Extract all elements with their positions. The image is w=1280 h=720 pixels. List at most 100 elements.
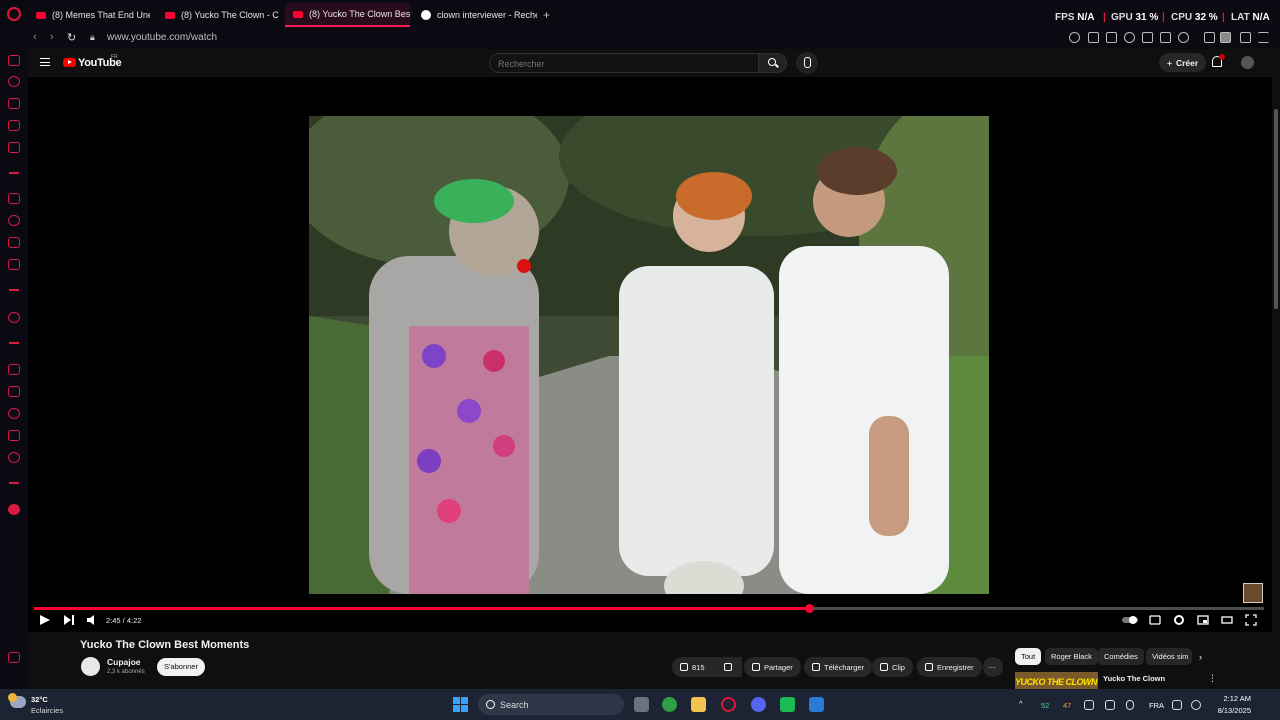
play-page-icon[interactable] [1160,32,1171,43]
download-icon[interactable] [1240,32,1251,43]
youtube-logo-icon[interactable] [63,58,76,67]
heart-icon[interactable] [1178,32,1189,43]
discord-taskbar-icon[interactable] [751,697,766,712]
sidebar-pin-icon[interactable] [8,386,20,397]
sidebar-discord-icon[interactable] [8,259,20,270]
progress-played [34,607,809,610]
tab-clown-interviewer[interactable]: clown interviewer - Reche [413,3,537,27]
tab-memes[interactable]: (8) Memes That End Une [28,3,150,27]
sidebar-instagram-icon[interactable] [8,237,20,248]
opera-logo-icon[interactable] [7,7,21,21]
theater-mode-icon[interactable] [1221,614,1233,626]
account-avatar[interactable] [1241,56,1254,69]
search-button[interactable] [759,53,787,73]
chip-roger-black[interactable]: Roger Black [1045,648,1098,665]
sidebar-settings-icon[interactable] [8,452,20,463]
video-player[interactable]: 2:45 / 4:22 [28,77,1272,632]
sidebar-music-icon[interactable] [8,142,20,153]
sidebar-shop-icon[interactable] [8,98,20,109]
recommended-more-icon[interactable]: ⋮ [1208,673,1217,684]
url-field[interactable]: www.youtube.com/watch [107,32,217,43]
translate-icon[interactable] [1142,32,1153,43]
recommended-thumbnail[interactable]: YUCKO THE CLOWN [1015,672,1098,689]
fullscreen-icon[interactable] [1245,614,1257,626]
sidebar-news-icon[interactable] [8,120,20,131]
sidebar-add-icon[interactable] [8,312,20,323]
taskbar-search-box[interactable]: Search [478,694,624,715]
photos-taskbar-icon[interactable] [809,697,824,712]
clip-button[interactable]: Clip [872,657,913,677]
scrubber-handle[interactable] [804,604,814,613]
tray-network-icon[interactable] [1105,700,1115,710]
clock-time[interactable]: 2:12 AM [1221,694,1251,703]
video-frame[interactable] [309,116,989,594]
new-tab-plus-icon[interactable]: + [543,8,550,22]
bookmark-icon[interactable] [1088,32,1099,43]
voice-search-mic-icon[interactable] [796,52,818,74]
scrollbar-thumb[interactable] [1274,109,1278,309]
page-scrollbar[interactable] [1272,49,1280,689]
channel-watermark[interactable] [1243,583,1263,603]
save-button[interactable]: Enregistrer [917,657,982,677]
profile-icon[interactable] [1220,32,1231,43]
menu-icon[interactable] [1258,32,1269,43]
recommended-title[interactable]: Yucko The Clown [1103,674,1165,683]
stats-separator: | [1162,12,1165,23]
play-icon[interactable] [39,614,51,626]
sidebar-heart-icon[interactable] [8,364,20,375]
back-arrow-icon[interactable]: ‹ [33,31,37,43]
sidebar-gx-icon[interactable] [8,652,20,663]
progress-bar[interactable] [34,604,1264,613]
snapshot-icon[interactable] [1106,32,1117,43]
file-explorer-icon[interactable] [691,697,706,712]
hamburger-menu-icon[interactable] [40,58,50,66]
tray-mic-icon[interactable] [1126,700,1134,710]
tray-volume-icon[interactable] [1191,700,1201,710]
opera-gx-taskbar-icon[interactable] [721,697,736,712]
task-view-icon[interactable] [634,697,649,712]
windows-start-icon[interactable] [453,697,468,712]
chip-comedies[interactable]: Comédies [1098,648,1144,665]
next-icon[interactable] [63,614,75,626]
sidebar-whatsapp-icon[interactable] [8,215,20,226]
sidebar-messenger-icon[interactable] [8,193,20,204]
tray-device-icon[interactable] [1084,700,1094,710]
subscriber-count: 2,3 k abonnés [107,669,145,675]
subscribe-button[interactable]: S'abonner [157,658,205,676]
tab-yucko-clown[interactable]: (8) Yucko The Clown - C [157,3,279,27]
channel-avatar[interactable] [81,657,100,676]
reload-icon[interactable]: ↻ [67,31,76,44]
miniplayer-icon[interactable] [1197,614,1209,626]
zoom-icon[interactable] [1069,32,1080,43]
sidebar-mail-icon[interactable] [8,55,20,66]
chip-similar-videos[interactable]: Vidéos sim [1146,648,1192,665]
sidebar-history-icon[interactable] [8,408,20,419]
chip-all[interactable]: Tout [1015,648,1042,665]
xbox-icon[interactable] [662,697,677,712]
settings-gear-icon[interactable] [1173,614,1185,626]
search-input[interactable] [490,55,758,73]
weather-icon[interactable] [8,693,26,708]
tab-yucko-best-active[interactable]: (8) Yucko The Clown Bes [285,3,410,27]
share-button[interactable]: Partager [744,657,801,677]
extensions-icon[interactable] [1204,32,1215,43]
channel-name[interactable]: Cupajoe [107,657,141,667]
more-actions-button[interactable]: ⋯ [983,657,1003,677]
dislike-button[interactable] [716,657,740,677]
app-taskbar-icon[interactable] [780,697,795,712]
autoplay-toggle-icon[interactable] [1121,614,1139,626]
create-button[interactable]: + Créer [1159,53,1207,72]
tray-language[interactable]: FRA [1149,701,1164,710]
subtitles-icon[interactable] [1149,614,1161,626]
sidebar-refresh-icon[interactable] [8,76,20,87]
chevron-right-icon[interactable]: › [1199,652,1202,662]
forward-arrow-icon[interactable]: › [50,31,54,43]
clock-date[interactable]: 8/13/2025 [1208,706,1251,715]
download-button[interactable]: Télécharger [804,657,873,677]
volume-icon[interactable] [86,614,98,626]
tray-chevron-up-icon[interactable]: ^ [1019,699,1023,708]
sidebar-record-icon[interactable] [8,504,20,515]
sidebar-extensions-icon[interactable] [8,430,20,441]
adblock-icon[interactable] [1124,32,1135,43]
tray-wifi-icon[interactable] [1172,700,1182,710]
